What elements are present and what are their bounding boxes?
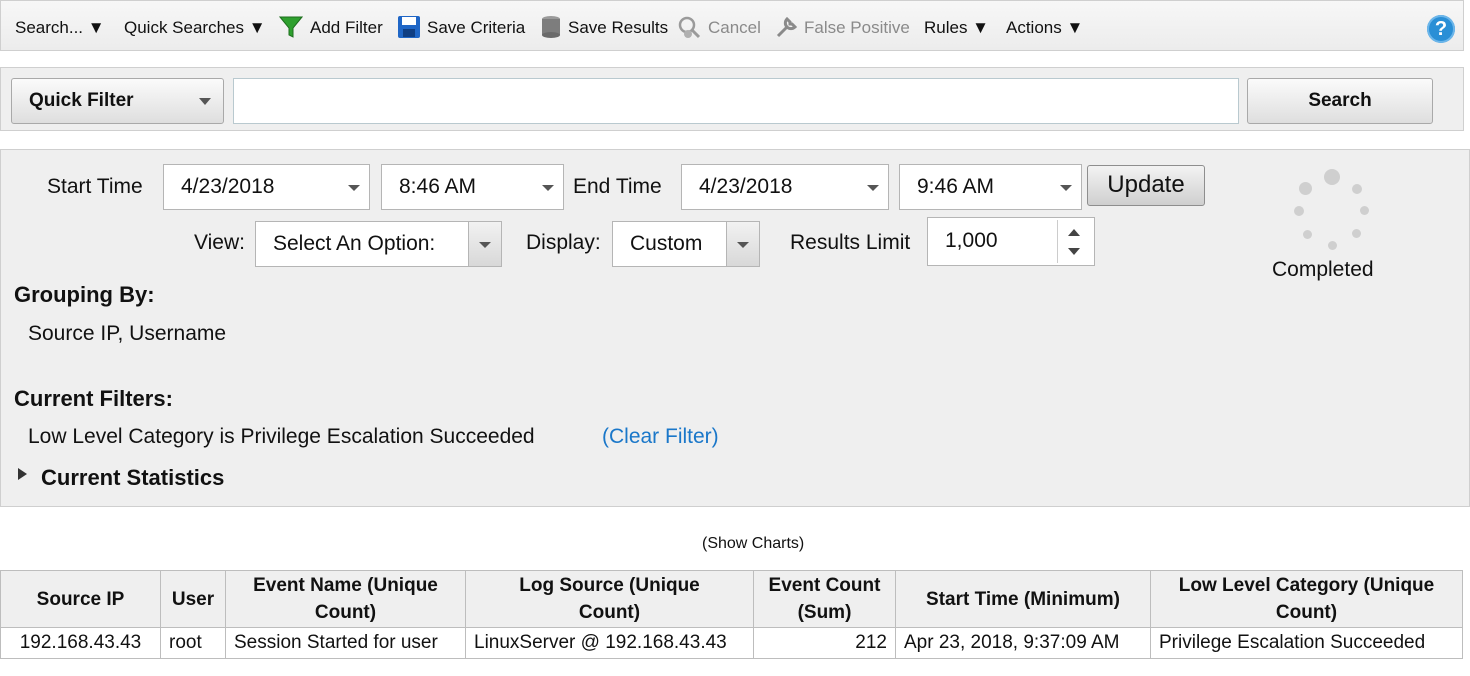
chevron-down-icon: [1060, 185, 1072, 191]
header-label: Event Name (Unique: [253, 575, 438, 596]
show-charts-link[interactable]: (Show Charts): [702, 535, 804, 553]
cancel-button[interactable]: Cancel: [708, 1, 761, 52]
funnel-icon[interactable]: [279, 15, 303, 39]
header-label: Start Time (Minimum): [926, 588, 1120, 610]
search-criteria-panel: Start Time 4/23/2018 8:46 AM End Time 4/…: [0, 149, 1470, 507]
end-time-value: 9:46 AM: [917, 175, 995, 198]
wrench-icon[interactable]: [775, 15, 799, 39]
start-date-select[interactable]: 4/23/2018: [163, 164, 370, 210]
column-header-user[interactable]: User: [160, 570, 226, 628]
header-label: Event Count: [768, 575, 881, 596]
header-label: Count): [578, 602, 641, 623]
header-label: (Sum): [797, 602, 852, 623]
display-select[interactable]: Custom: [612, 221, 760, 267]
toolbar: Search... ▼ Quick Searches ▼ Add Filter …: [0, 0, 1464, 51]
chevron-down-icon: [199, 98, 211, 105]
expand-triangle-icon[interactable]: [18, 468, 27, 480]
save-criteria-button[interactable]: Save Criteria: [427, 1, 525, 52]
chevron-down-icon: [726, 222, 759, 266]
cell-log-source[interactable]: LinuxServer @ 192.168.43.43: [465, 627, 754, 659]
view-label: View:: [194, 231, 245, 254]
database-icon[interactable]: [539, 15, 563, 39]
chevron-down-icon: [542, 185, 554, 191]
end-time-label: End Time: [573, 175, 662, 198]
cell-source-ip[interactable]: 192.168.43.43: [0, 627, 161, 659]
results-table: Source IP User Event Name (Unique Count) …: [0, 570, 1463, 659]
cell-event-count[interactable]: 212: [753, 627, 896, 659]
column-header-start-time[interactable]: Start Time (Minimum): [895, 570, 1151, 628]
save-icon[interactable]: [397, 15, 421, 39]
filters-heading: Current Filters:: [14, 386, 173, 411]
false-positive-button[interactable]: False Positive: [804, 1, 910, 52]
quick-filter-select[interactable]: Quick Filter: [11, 78, 224, 124]
update-button[interactable]: Update: [1087, 165, 1205, 206]
cell-low-level-category[interactable]: Privilege Escalation Succeeded: [1150, 627, 1463, 659]
current-filter-text: Low Level Category is Privilege Escalati…: [28, 425, 535, 448]
increment-icon[interactable]: [1068, 229, 1080, 236]
quick-searches-menu[interactable]: Quick Searches ▼: [124, 1, 266, 52]
end-date-value: 4/23/2018: [699, 175, 793, 198]
column-header-event-name[interactable]: Event Name (Unique Count): [225, 570, 466, 628]
add-filter-button[interactable]: Add Filter: [310, 1, 383, 52]
search-button[interactable]: Search: [1247, 78, 1433, 124]
cell-start-time[interactable]: Apr 23, 2018, 9:37:09 AM: [895, 627, 1151, 659]
start-time-value: 8:46 AM: [399, 175, 477, 198]
cell-event-name[interactable]: Session Started for user: [225, 627, 466, 659]
header-label: Count): [1275, 602, 1338, 623]
grouping-heading: Grouping By:: [14, 282, 155, 307]
rules-menu[interactable]: Rules ▼: [924, 1, 989, 52]
header-label: Source IP: [36, 588, 125, 610]
column-header-event-count[interactable]: Event Count (Sum): [753, 570, 896, 628]
start-date-value: 4/23/2018: [181, 175, 275, 198]
table-header-row: Source IP User Event Name (Unique Count) …: [0, 570, 1463, 628]
results-limit-stepper[interactable]: 1,000: [927, 217, 1095, 266]
header-label: Log Source (Unique: [519, 575, 700, 596]
help-icon[interactable]: ?: [1427, 15, 1455, 43]
cell-user[interactable]: root: [160, 627, 226, 659]
column-header-source-ip[interactable]: Source IP: [0, 570, 161, 628]
chevron-down-icon: [348, 185, 360, 191]
header-label: User: [171, 588, 215, 610]
column-header-low-level-category[interactable]: Low Level Category (Unique Count): [1150, 570, 1463, 628]
save-results-button[interactable]: Save Results: [568, 1, 668, 52]
display-label: Display:: [526, 231, 601, 254]
decrement-icon[interactable]: [1068, 248, 1080, 255]
start-time-label: Start Time: [47, 175, 143, 198]
view-select-value: Select An Option:: [273, 232, 436, 255]
cancel-search-icon[interactable]: [677, 15, 701, 39]
table-row[interactable]: 192.168.43.43 root Session Started for u…: [0, 627, 1463, 659]
end-time-select[interactable]: 9:46 AM: [899, 164, 1082, 210]
stepper-arrows: [1057, 220, 1092, 263]
display-select-value: Custom: [630, 232, 703, 255]
view-select[interactable]: Select An Option:: [255, 221, 502, 267]
quick-filter-input[interactable]: [233, 78, 1239, 124]
quick-filter-select-label: Quick Filter: [29, 90, 134, 111]
chevron-down-icon: [867, 185, 879, 191]
search-status: Completed: [1272, 258, 1374, 281]
start-time-select[interactable]: 8:46 AM: [381, 164, 564, 210]
header-label: Low Level Category (Unique: [1178, 575, 1435, 596]
chevron-down-icon: [468, 222, 501, 266]
header-label: Count): [314, 602, 377, 623]
results-limit-label: Results Limit: [790, 231, 911, 254]
end-date-select[interactable]: 4/23/2018: [681, 164, 889, 210]
column-header-log-source[interactable]: Log Source (Unique Count): [465, 570, 754, 628]
clear-filter-link[interactable]: (Clear Filter): [602, 425, 719, 449]
grouping-value: Source IP, Username: [28, 322, 227, 345]
search-menu[interactable]: Search... ▼: [15, 1, 105, 52]
results-limit-value: 1,000: [945, 229, 998, 252]
current-statistics-toggle[interactable]: Current Statistics: [41, 465, 224, 491]
quick-filter-bar: Quick Filter Search: [0, 67, 1464, 131]
actions-menu[interactable]: Actions ▼: [1006, 1, 1083, 52]
